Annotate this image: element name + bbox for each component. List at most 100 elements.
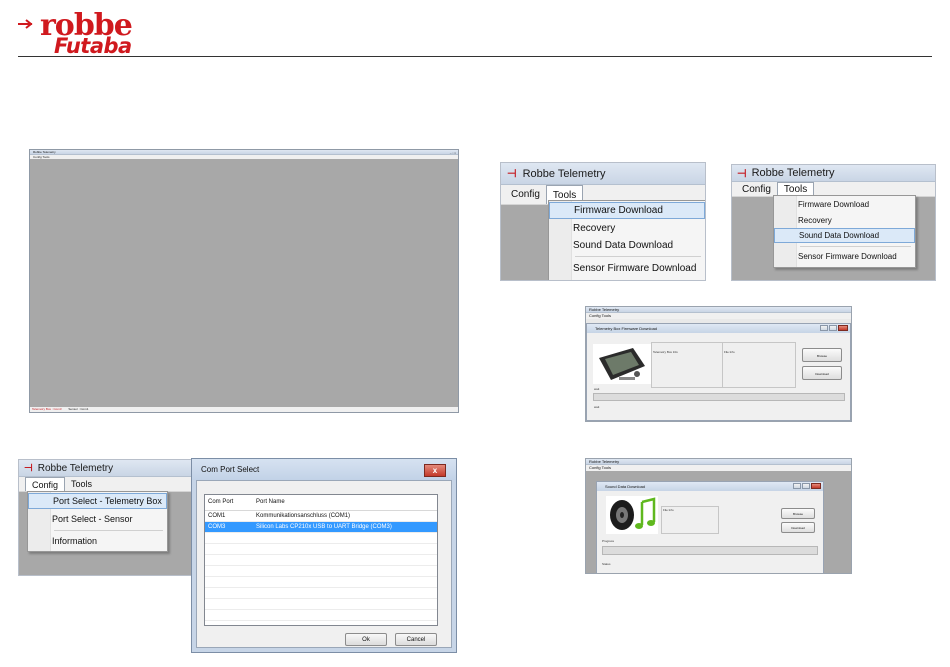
com-port-table: Com Port Port Name COM1 Kommunikationsan…: [204, 494, 438, 626]
menu-config[interactable]: Config: [589, 313, 601, 318]
menu-item-information[interactable]: Information: [28, 533, 167, 549]
menu-item-port-select-telemetry-box[interactable]: Port Select - Telemetry Box: [28, 493, 167, 509]
ok-button[interactable]: Ok: [345, 633, 387, 646]
app-icon: ⊣: [737, 167, 747, 180]
com-dialog-body: Com Port Port Name COM1 Kommunikationsan…: [196, 480, 452, 648]
shot1-title: Robbe Telemetry: [522, 167, 606, 180]
wait-label-1: wait: [594, 387, 600, 391]
menu-item-sound-data-download[interactable]: Sound Data Download: [774, 228, 915, 243]
col-port-name[interactable]: Port Name: [253, 495, 437, 510]
cancel-button[interactable]: Cancel: [395, 633, 437, 646]
menu-separator: [54, 530, 163, 531]
empty-row: [205, 566, 437, 577]
col-com-port[interactable]: Com Port: [205, 495, 253, 510]
table-row[interactable]: COM1 Kommunikationsanschluss (COM1): [205, 511, 437, 522]
shot3-titlebar: ⊣ Robbe Telemetry: [19, 460, 191, 477]
empty-row: [205, 555, 437, 566]
menu-item-sound-data-download[interactable]: Sound Data Download: [549, 237, 705, 254]
robbe-futaba-logo: robbe Futaba: [18, 8, 148, 60]
download-button[interactable]: Download: [802, 366, 842, 380]
menu-config[interactable]: Config: [589, 465, 601, 470]
menu-separator: [800, 246, 911, 247]
table-header: Com Port Port Name: [205, 495, 437, 511]
file-info-panel: [722, 342, 796, 388]
empty-row: [205, 610, 437, 621]
menu-config[interactable]: Config: [25, 477, 66, 491]
menu-item-sensor-firmware-download[interactable]: Sensor Firmware Download: [549, 260, 705, 277]
empty-row: [205, 588, 437, 599]
status-bar: Telemetry Box : Com3 Sensor : Com1: [30, 407, 458, 412]
main-window-title: Robbe Telemetry: [33, 150, 56, 154]
menu-tools[interactable]: Tools: [602, 465, 611, 470]
sound-dialog-titlebar: Sound Data Download: [597, 482, 823, 491]
browse-button[interactable]: Browse: [781, 508, 815, 519]
main-menubar: Config Tools: [30, 155, 458, 159]
menu-tools[interactable]: Tools: [776, 182, 815, 196]
cell-port-name: Silicon Labs CP210x USB to UART Bridge (…: [256, 524, 392, 530]
shot3-title: Robbe Telemetry: [37, 462, 114, 474]
empty-row: [205, 621, 437, 625]
speaker-music-icon: [606, 496, 658, 534]
close-icon[interactable]: x: [424, 464, 446, 477]
tools-dropdown: Firmware Download Recovery Sound Data Do…: [773, 195, 916, 268]
shot3-menubar: Config Tools: [19, 477, 191, 492]
config-dropdown: Port Select - Telemetry Box Port Select …: [27, 491, 168, 552]
tools-dropdown: Firmware Download Recovery Sound Data Do…: [548, 200, 705, 280]
download-button[interactable]: Download: [781, 522, 815, 533]
menu-item-sensor-firmware-download[interactable]: Sensor Firmware Download: [774, 249, 915, 264]
tools-menu-shot-sound: ⊣ Robbe Telemetry Config Tools Firmware …: [731, 164, 936, 281]
empty-row: [205, 544, 437, 555]
window-controls-icon[interactable]: [820, 325, 848, 331]
shot2-title: Robbe Telemetry: [751, 167, 835, 179]
config-menu-shot: ⊣ Robbe Telemetry Config Tools Port Sele…: [18, 459, 192, 576]
menu-tools[interactable]: Tools: [42, 155, 49, 159]
window-controls-icon[interactable]: [793, 483, 821, 489]
menu-config[interactable]: Config: [505, 185, 546, 204]
table-row-selected[interactable]: COM3 Silicon Labs CP210x USB to UART Bri…: [205, 522, 437, 533]
com-dialog-titlebar: Com Port Select: [192, 459, 456, 480]
menu-item-firmware-download[interactable]: Firmware Download: [549, 202, 705, 219]
snd-menubar: Config Tools: [586, 465, 851, 471]
snd-app-title: Robbe Telemetry: [589, 459, 620, 464]
menu-item-port-select-sensor[interactable]: Port Select - Sensor: [28, 511, 167, 527]
header-rule: [18, 56, 932, 57]
sound-dialog-title: Sound Data Download: [605, 484, 646, 489]
empty-row: [205, 577, 437, 588]
logo-mark-icon: [18, 19, 33, 29]
main-window: Robbe Telemetry – ▫ × Config Tools Telem…: [29, 149, 459, 413]
menu-config[interactable]: Config: [33, 155, 42, 159]
fw-dialog-title: Telemetry Box Firmware Download: [595, 326, 658, 331]
sound-download-window: Robbe Telemetry Config Tools Sound Data …: [585, 458, 852, 574]
fw-app-title: Robbe Telemetry: [589, 307, 620, 312]
menu-item-recovery[interactable]: Recovery: [549, 220, 705, 237]
firmware-download-window: Robbe Telemetry Config Tools Telemetry B…: [585, 306, 852, 422]
app-icon: ⊣: [24, 462, 33, 474]
menu-item-firmware-download[interactable]: Firmware Download: [774, 197, 915, 212]
browse-button[interactable]: Browse: [802, 348, 842, 362]
com-dialog-title: Com Port Select: [201, 465, 260, 474]
wait-label-2: wait: [594, 405, 600, 409]
progress-label: Progress: [602, 539, 615, 543]
shot2-titlebar: ⊣ Robbe Telemetry: [732, 165, 935, 182]
com-port-dialog: Com Port Select x Com Port Port Name COM…: [191, 458, 457, 653]
menu-tools[interactable]: Tools: [602, 313, 611, 318]
shot1-titlebar: ⊣ Robbe Telemetry: [501, 163, 705, 185]
tools-menu-shot-firmware: ⊣ Robbe Telemetry Config Tools Firmware …: [500, 162, 706, 281]
sound-dialog: Sound Data Download File Info Browse Dow…: [596, 481, 824, 573]
firmware-progress-bar: [593, 393, 845, 401]
file-info-label: File Info: [663, 508, 674, 512]
box-info-label: Telemetry Box Info: [653, 350, 678, 354]
menu-item-recovery[interactable]: Recovery: [774, 213, 915, 228]
app-icon: ⊣: [507, 168, 517, 180]
status-label: Status: [602, 562, 611, 566]
menu-config[interactable]: Config: [736, 182, 777, 196]
sound-progress-bar: [602, 546, 818, 555]
fw-dialog-titlebar: Telemetry Box Firmware Download: [587, 324, 850, 333]
cell-com-port: COM1: [208, 513, 226, 519]
window-controls-icon[interactable]: – ▫ ×: [450, 151, 456, 156]
status-sensor: Sensor : Com1: [68, 407, 89, 411]
cell-port-name: Kommunikationsanschluss (COM1): [256, 513, 351, 519]
menu-tools[interactable]: Tools: [65, 477, 98, 491]
fw-menubar: Config Tools: [586, 313, 851, 319]
menu-separator: [575, 256, 701, 257]
